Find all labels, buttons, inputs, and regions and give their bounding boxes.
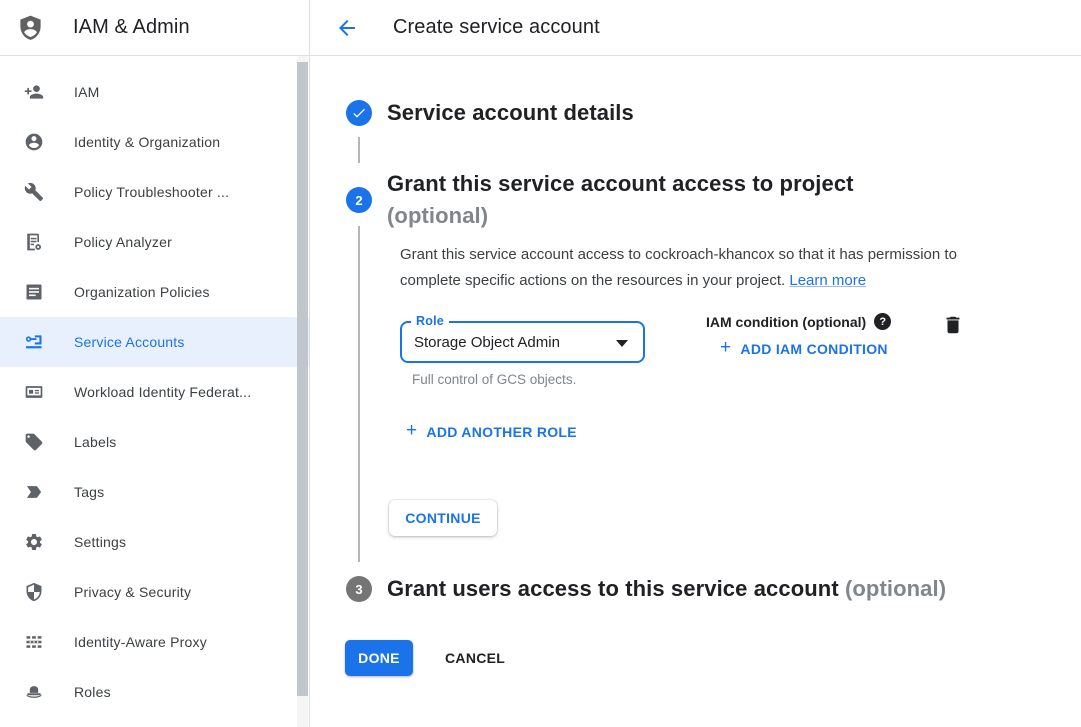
sidebar-item-label: Workload Identity Federat... [74,384,251,400]
sidebar-item-identity-aware-proxy[interactable]: Identity-Aware Proxy [0,617,309,667]
sidebar-item-service-accounts[interactable]: Service Accounts [0,317,309,367]
sidebar-item-label: Labels [74,434,116,450]
add-iam-condition-button[interactable]: + ADD IAM CONDITION [720,338,891,360]
sidebar-item-label: Tags [74,484,104,500]
cancel-button[interactable]: CANCEL [445,650,505,666]
sidebar-item-label: Settings [74,534,126,550]
sidebar-item-iam[interactable]: IAM [0,67,309,117]
step-2-number: 2 [355,193,362,208]
person-add-icon [24,82,44,102]
wrench-icon [24,182,44,202]
iam-condition-label: IAM condition (optional) [706,314,866,330]
sidebar-item-settings[interactable]: Settings [0,517,309,567]
sidebar-item-organization-policies[interactable]: Organization Policies [0,267,309,317]
sidebar-item-tags[interactable]: Tags [0,467,309,517]
product-title: IAM & Admin [73,16,190,39]
description-text: Grant this service account access to coc… [400,246,957,289]
sidebar-item-label: Identity & Organization [74,134,220,150]
sidebar-item-label: IAM [74,84,100,100]
sidebar-item-label: Identity-Aware Proxy [74,634,207,650]
sidebar-nav: IAM Identity & Organization Policy Troub… [0,56,309,717]
sidebar-item-label: Policy Troubleshooter ... [74,184,229,200]
sidebar-item-policy-analyzer[interactable]: Policy Analyzer [0,217,309,267]
done-button[interactable]: DONE [345,640,413,676]
step-2-title: Grant this service account access to pro… [387,168,854,200]
sidebar-item-workload-identity-federation[interactable]: Workload Identity Federat... [0,367,309,417]
gcp-console-window: IAM & Admin IAM Identity & Organization … [0,0,1081,727]
step-connector-line [358,226,360,562]
iam-admin-sidebar: IAM & Admin IAM Identity & Organization … [0,0,310,727]
step-3-number: 3 [355,582,362,597]
help-glyph: ? [879,316,886,328]
page-header: Create service account [310,0,1081,56]
tag-icon [24,432,44,452]
role-selected-value: Storage Object Admin [414,334,560,351]
step-1-complete-check-icon [346,100,372,126]
gear-icon [24,532,44,552]
sidebar-scrollbar-thumb[interactable] [297,62,308,696]
add-another-role-button[interactable]: + ADD ANOTHER ROLE [406,421,577,443]
sidebar-item-label: Organization Policies [74,284,210,300]
iam-condition-column: IAM condition (optional) ? + ADD IAM CON… [706,308,891,360]
role-helper-text: Full control of GCS objects. [412,372,645,387]
proxy-grid-icon [24,632,44,652]
role-select[interactable]: Role Storage Object Admin [400,321,645,363]
step-3-number-badge: 3 [346,576,372,602]
step-2-optional-label: (optional) [387,200,854,232]
sidebar-item-roles[interactable]: Roles [0,667,309,717]
iam-condition-label-row: IAM condition (optional) ? [706,313,891,330]
back-arrow-icon[interactable] [335,16,359,40]
step-1-header: Service account details [346,100,634,126]
role-binding-row: Role Storage Object Admin Full control o… [400,308,964,387]
account-circle-icon [24,132,44,152]
chevron-down-icon [616,340,628,347]
document-gear-icon [24,232,44,252]
main-panel: Create service account Service account d… [310,0,1081,727]
page-title: Create service account [393,16,600,39]
form-actions: DONE CANCEL [345,640,505,676]
hat-icon [24,682,44,702]
role-column: Role Storage Object Admin Full control o… [400,308,645,387]
add-another-role-label: ADD ANOTHER ROLE [426,424,577,440]
step-connector-line [358,137,360,163]
shield-half-icon [24,582,44,602]
sidebar-scrollbar-track [297,56,308,727]
sidebar-item-labels[interactable]: Labels [0,417,309,467]
step-3-header: 3 Grant users access to this service acc… [346,576,946,602]
help-icon[interactable]: ? [874,313,891,330]
step-3-optional-label: (optional) [839,576,946,601]
sidebar-item-label: Policy Analyzer [74,234,172,250]
sidebar-item-policy-troubleshooter[interactable]: Policy Troubleshooter ... [0,167,309,217]
continue-button[interactable]: CONTINUE [389,500,497,536]
role-field-label: Role [411,314,449,328]
plus-icon: + [720,337,731,359]
service-account-key-icon [24,332,44,352]
learn-more-link[interactable]: Learn more [789,272,866,289]
step-2-description: Grant this service account access to coc… [400,242,988,294]
card-icon [24,382,44,402]
iam-shield-icon [17,13,44,43]
label-important-icon [24,482,44,502]
sidebar-item-label: Service Accounts [74,334,185,350]
step-2-number-badge: 2 [346,187,372,213]
delete-role-trash-icon[interactable] [942,314,964,336]
step-3-title-wrap: Grant users access to this service accou… [387,576,946,602]
step-2-header: Grant this service account access to pro… [387,168,854,232]
list-card-icon [24,282,44,302]
step-3-title: Grant users access to this service accou… [387,576,839,601]
sidebar-header: IAM & Admin [0,0,309,56]
sidebar-item-label: Privacy & Security [74,584,191,600]
sidebar-item-identity-organization[interactable]: Identity & Organization [0,117,309,167]
step-1-title: Service account details [387,100,634,126]
sidebar-item-label: Roles [74,684,111,700]
sidebar-item-privacy-security[interactable]: Privacy & Security [0,567,309,617]
add-iam-condition-label: ADD IAM CONDITION [740,341,887,357]
plus-icon: + [406,420,417,442]
